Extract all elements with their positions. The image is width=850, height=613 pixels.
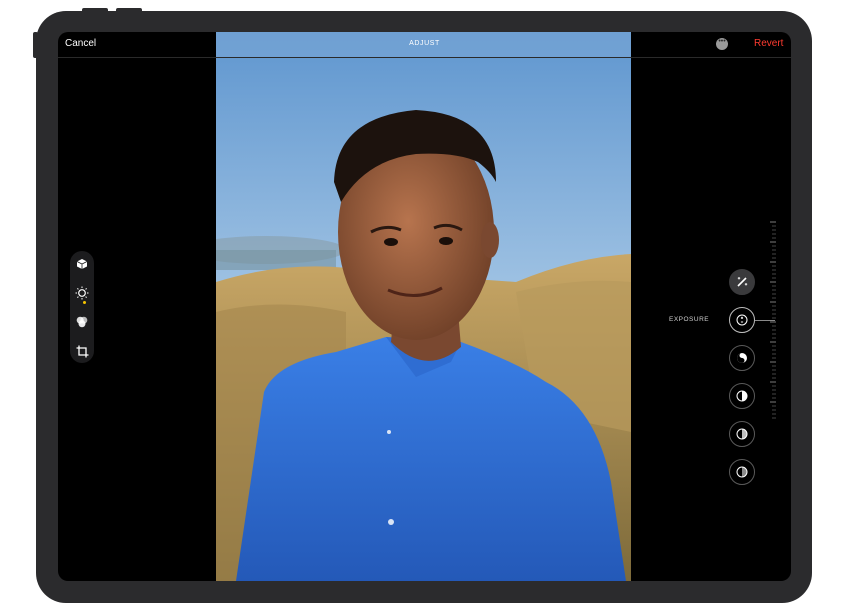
photo	[216, 32, 631, 581]
highlights-icon[interactable]	[729, 383, 755, 409]
portrait-photo	[216, 32, 631, 581]
edit-mode-toolbar	[70, 251, 94, 363]
brilliance-icon[interactable]	[729, 345, 755, 371]
dial-icon[interactable]	[73, 284, 91, 304]
page-title: ADJUST	[409, 40, 440, 47]
screen: Cancel ADJUST ••• Revert EXPOSURE	[58, 32, 791, 581]
contrast-icon[interactable]	[729, 459, 755, 485]
exposure-slider[interactable]	[770, 220, 778, 420]
ellipsis-circle-icon[interactable]: •••	[716, 38, 728, 50]
divider	[58, 57, 791, 58]
shadows-icon[interactable]	[729, 421, 755, 447]
cube-icon[interactable]	[73, 255, 91, 273]
active-indicator	[83, 301, 86, 304]
revert-button[interactable]: Revert	[754, 38, 783, 49]
top-bar: Cancel ADJUST ••• Revert	[58, 32, 791, 57]
exposure-icon[interactable]	[729, 307, 755, 333]
magic-wand-icon[interactable]	[729, 269, 755, 295]
crop-icon[interactable]	[73, 342, 91, 360]
adjustment-label: EXPOSURE	[669, 316, 710, 323]
filters-icon[interactable]	[73, 313, 91, 331]
